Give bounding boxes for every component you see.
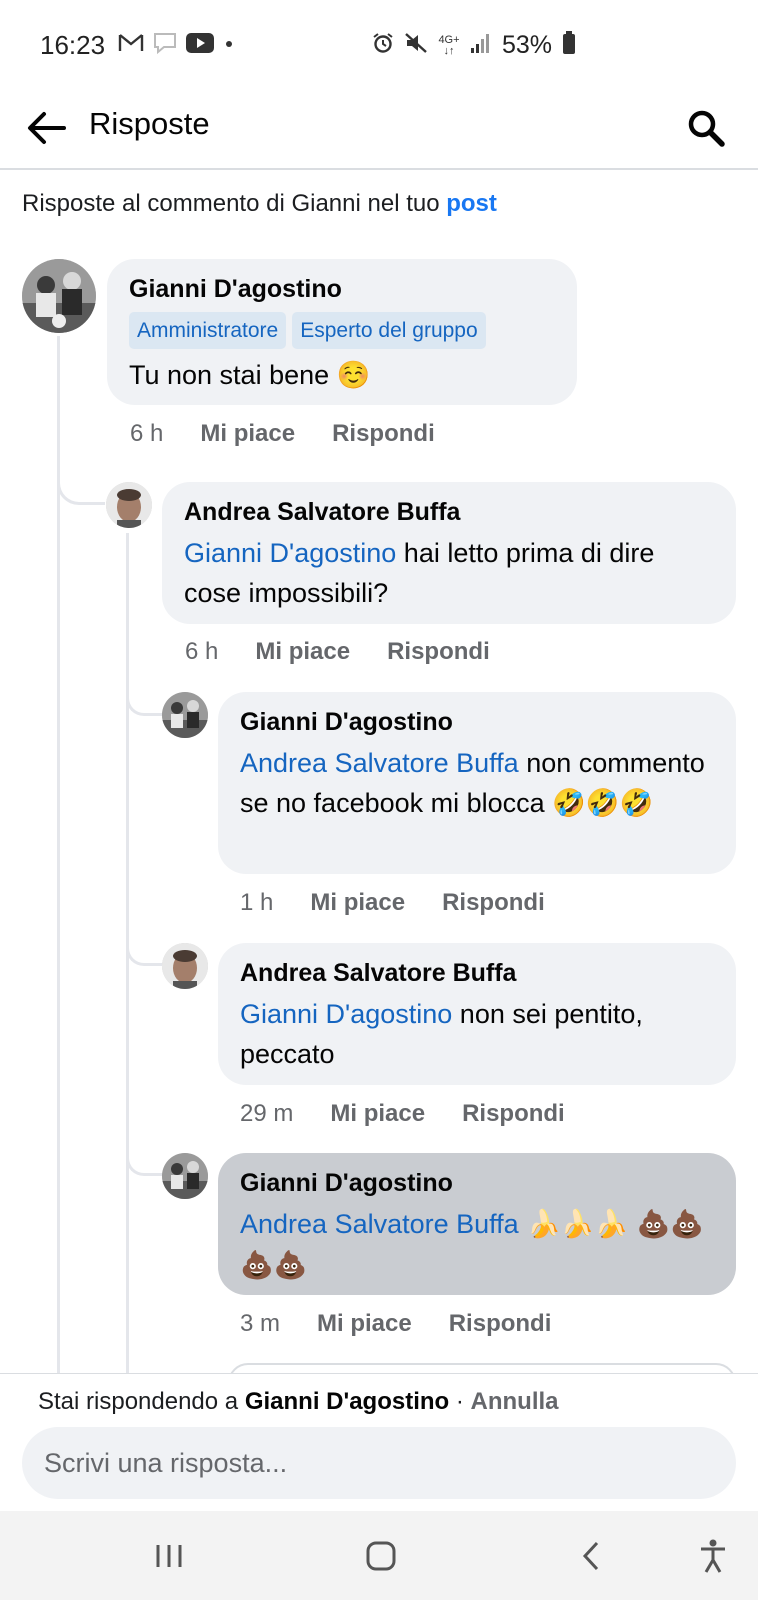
- comment-bubble[interactable]: Gianni D'agostino Andrea Salvatore Buffa…: [218, 692, 736, 874]
- reply-button[interactable]: Rispondi: [387, 638, 490, 666]
- comment-text: Gianni D'agostino non sei pentito, pecca…: [240, 994, 714, 1074]
- comment-author[interactable]: Andrea Salvatore Buffa: [240, 956, 714, 990]
- accessibility-icon: [701, 1539, 725, 1573]
- search-button[interactable]: [680, 102, 732, 154]
- admin-badge: Amministratore: [129, 312, 287, 349]
- comment-actions: 6 h Mi piace Rispondi: [130, 420, 435, 448]
- search-icon: [688, 110, 725, 147]
- comment-bubble[interactable]: Andrea Salvatore Buffa Gianni D'agostino…: [162, 482, 736, 624]
- mention-link[interactable]: Gianni D'agostino: [240, 999, 452, 1029]
- comment-text: Tu non stai bene ☺️: [129, 355, 555, 396]
- like-button[interactable]: Mi piace: [330, 1100, 425, 1128]
- system-nav-bar: [0, 1511, 758, 1600]
- signal-icon: [470, 32, 492, 59]
- gmail-icon: [118, 33, 144, 58]
- comment-bubble[interactable]: Andrea Salvatore Buffa Gianni D'agostino…: [218, 943, 736, 1085]
- like-button[interactable]: Mi piace: [317, 1310, 412, 1338]
- dot-icon: [222, 33, 236, 58]
- badge-list: Amministratore Esperto del gruppo: [129, 312, 555, 349]
- system-back-button[interactable]: [566, 1531, 616, 1581]
- status-bar: 16:23 4G+ ↓↑ 53%: [0, 0, 758, 90]
- alarm-icon: [372, 32, 394, 59]
- app-bar: Risposte: [0, 90, 758, 170]
- comment-author[interactable]: Andrea Salvatore Buffa: [184, 495, 714, 529]
- comment-body: Tu non stai bene: [129, 360, 330, 390]
- notification-icons: [118, 31, 236, 60]
- mention-link[interactable]: Andrea Salvatore Buffa: [240, 1209, 519, 1239]
- post-link[interactable]: post: [446, 190, 497, 217]
- replying-separator: ·: [449, 1388, 471, 1415]
- comment-actions: 1 h Mi piace Rispondi: [240, 889, 545, 917]
- context-text: Risposte al commento di Gianni nel tuo: [22, 190, 447, 217]
- replying-target: Gianni D'agostino: [244, 1388, 450, 1415]
- comment-time[interactable]: 3 m: [240, 1310, 280, 1338]
- comment-actions: 29 m Mi piace Rispondi: [240, 1100, 565, 1128]
- comment-author[interactable]: Gianni D'agostino: [240, 1166, 714, 1200]
- status-time: 16:23: [40, 30, 106, 60]
- reply-button[interactable]: Rispondi: [442, 889, 545, 917]
- signal-label-icon: 4G+ ↓↑: [438, 33, 460, 57]
- reply-button[interactable]: Rispondi: [449, 1310, 552, 1338]
- chat-icon: [152, 31, 178, 60]
- back-button[interactable]: [22, 104, 70, 152]
- avatar[interactable]: [162, 1153, 208, 1199]
- reply-input[interactable]: [22, 1427, 736, 1499]
- avatar[interactable]: [162, 943, 208, 989]
- comment-bubble-highlighted[interactable]: Gianni D'agostino Andrea Salvatore Buffa…: [218, 1153, 736, 1295]
- comment-author[interactable]: Gianni D'agostino: [129, 272, 555, 306]
- thread-connector: [126, 936, 162, 966]
- comment-bubble[interactable]: Gianni D'agostino Amministratore Esperto…: [107, 259, 577, 405]
- replying-to: Stai rispondendo a Gianni D'agostino · A…: [38, 1388, 559, 1416]
- home-icon: [366, 1541, 396, 1571]
- mention-link[interactable]: Andrea Salvatore Buffa: [240, 748, 519, 778]
- like-button[interactable]: Mi piace: [200, 420, 295, 448]
- thread-connector: [126, 1146, 162, 1176]
- back-arrow-icon: [28, 112, 66, 144]
- battery-percent: 53%: [502, 31, 553, 59]
- mention-link[interactable]: Gianni D'agostino: [184, 538, 396, 568]
- avatar[interactable]: [162, 692, 208, 738]
- system-icons: 4G+ ↓↑ 53%: [372, 31, 576, 60]
- thread-connector: [126, 686, 162, 716]
- recent-apps-button[interactable]: [144, 1531, 194, 1581]
- comment-time[interactable]: 6 h: [185, 638, 218, 666]
- signal-label: 4G+: [438, 33, 460, 46]
- like-button[interactable]: Mi piace: [255, 638, 350, 666]
- reply-bar: Stai rispondendo a Gianni D'agostino · A…: [0, 1373, 758, 1511]
- comment-actions: 3 m Mi piace Rispondi: [240, 1310, 551, 1338]
- mute-icon: [404, 32, 428, 59]
- like-button[interactable]: Mi piace: [310, 889, 405, 917]
- comment-time[interactable]: 6 h: [130, 420, 163, 448]
- comment-author[interactable]: Gianni D'agostino: [240, 705, 714, 739]
- comment-emoji: 🤣🤣🤣: [552, 788, 654, 819]
- comment-text: Andrea Salvatore Buffa 🍌🍌🍌 💩💩💩💩: [240, 1204, 714, 1286]
- cancel-reply-button[interactable]: Annulla: [471, 1388, 559, 1415]
- home-button[interactable]: [356, 1531, 406, 1581]
- comment-actions: 6 h Mi piace Rispondi: [185, 638, 490, 666]
- comment-time[interactable]: 1 h: [240, 889, 273, 917]
- avatar[interactable]: [22, 259, 96, 333]
- reply-button[interactable]: Rispondi: [332, 420, 435, 448]
- expert-badge: Esperto del gruppo: [292, 312, 486, 349]
- chevron-left-icon: [582, 1541, 599, 1571]
- thread-connector: [57, 468, 105, 505]
- replying-prefix: Stai rispondendo a: [38, 1388, 245, 1415]
- reply-button[interactable]: Rispondi: [462, 1100, 565, 1128]
- comment-emoji: ☺️: [336, 360, 371, 391]
- context-line: Risposte al commento di Gianni nel tuo p…: [22, 190, 497, 218]
- recent-apps-icon: [156, 1545, 182, 1567]
- comment-time[interactable]: 29 m: [240, 1100, 293, 1128]
- accessibility-button[interactable]: [688, 1531, 738, 1581]
- battery-icon: [562, 31, 576, 60]
- youtube-icon: [186, 33, 214, 58]
- comment-text: Andrea Salvatore Buffa non commento se n…: [240, 743, 714, 824]
- comment-text: Gianni D'agostino hai letto prima di dir…: [184, 533, 714, 613]
- page-title: Risposte: [89, 106, 210, 141]
- avatar[interactable]: [106, 482, 152, 528]
